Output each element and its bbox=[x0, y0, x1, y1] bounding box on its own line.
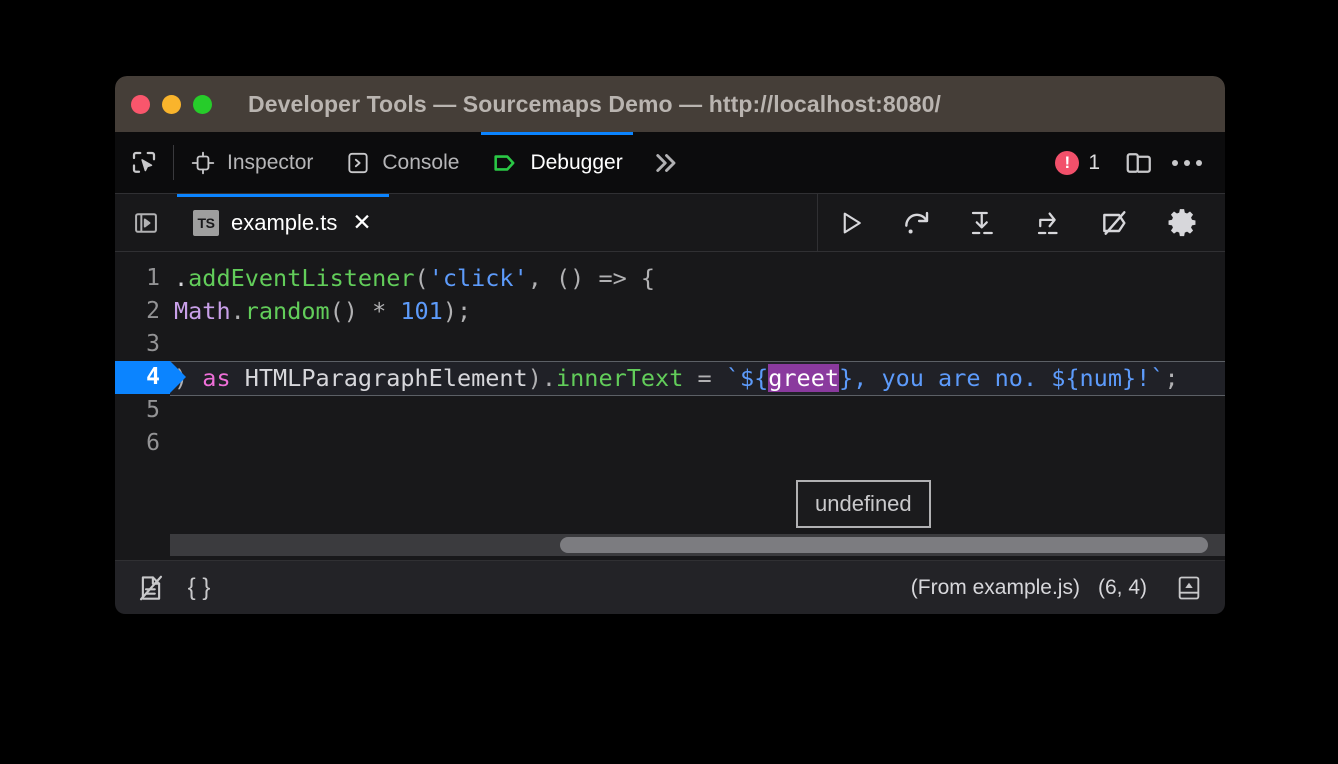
toolbar-overflow-button[interactable] bbox=[639, 132, 689, 193]
code-line-5[interactable] bbox=[170, 396, 1225, 429]
toggle-sources-pane-button[interactable] bbox=[115, 194, 177, 251]
code-token: }, you are no. ${num}!` bbox=[839, 364, 1164, 392]
devtools-menu-button[interactable] bbox=[1163, 141, 1211, 185]
element-picker-button[interactable] bbox=[115, 132, 173, 193]
code-token: () bbox=[330, 297, 372, 325]
line-number-3[interactable]: 3 bbox=[115, 328, 170, 361]
split-console-button[interactable] bbox=[1165, 566, 1213, 610]
error-count-label: 1 bbox=[1088, 151, 1100, 175]
gear-icon bbox=[1166, 207, 1198, 239]
deactivate-breakpoints-icon bbox=[1099, 207, 1131, 239]
code-line-1[interactable]: .addEventListener('click', () => { bbox=[170, 262, 1225, 295]
source-tab-filename: example.ts bbox=[231, 210, 337, 236]
traffic-light-maximize-button[interactable] bbox=[193, 95, 212, 114]
code-token: `${ bbox=[726, 364, 768, 392]
devtools-window: Developer Tools — Sourcemaps Demo — http… bbox=[115, 76, 1225, 614]
toggle-sources-pane-icon bbox=[132, 209, 160, 237]
code-token: addEventListener bbox=[188, 264, 414, 292]
editor-horizontal-scrollbar[interactable] bbox=[170, 534, 1225, 556]
step-over-button[interactable] bbox=[884, 194, 950, 252]
deactivate-breakpoints-button[interactable] bbox=[1082, 194, 1148, 252]
typescript-file-badge: TS bbox=[193, 210, 219, 236]
chevron-double-right-icon bbox=[649, 148, 679, 178]
code-token: as bbox=[202, 364, 230, 392]
step-in-button[interactable] bbox=[950, 194, 1016, 252]
pretty-print-label: { } bbox=[188, 574, 211, 602]
traffic-light-close-button[interactable] bbox=[131, 95, 150, 114]
responsive-design-mode-icon bbox=[1124, 148, 1154, 178]
code-token: innerText bbox=[556, 364, 683, 392]
step-out-icon bbox=[1034, 208, 1064, 238]
error-count-badge[interactable]: ! 1 bbox=[1055, 151, 1114, 175]
inspector-icon bbox=[190, 150, 216, 176]
debugger-settings-button[interactable] bbox=[1149, 194, 1215, 252]
source-editor[interactable]: 123456 .addEventListener('click', () => … bbox=[115, 252, 1225, 560]
pretty-print-button[interactable]: { } bbox=[175, 566, 223, 610]
sourcemap-disabled-icon bbox=[136, 573, 166, 603]
step-over-icon bbox=[901, 207, 933, 239]
tab-debugger[interactable]: Debugger bbox=[475, 132, 638, 193]
line-number-1[interactable]: 1 bbox=[115, 262, 170, 295]
step-in-icon bbox=[968, 208, 998, 238]
code-token: random bbox=[245, 297, 330, 325]
editor-status-bar: { } (From example.js) (6, 4) bbox=[115, 560, 1225, 614]
code-line-4[interactable]: ) as HTMLParagraphElement).innerText = `… bbox=[170, 361, 1225, 396]
code-token: * bbox=[372, 297, 400, 325]
tooltip-value: undefined bbox=[815, 491, 912, 516]
source-origin-label: (From example.js) bbox=[911, 576, 1080, 600]
code-token: Math bbox=[174, 297, 231, 325]
meatball-menu-icon bbox=[1172, 160, 1202, 166]
code-token: . bbox=[174, 264, 188, 292]
close-tab-button[interactable]: ✕ bbox=[349, 211, 374, 234]
code-content[interactable]: .addEventListener('click', () => {Math.r… bbox=[170, 252, 1225, 560]
element-picker-icon bbox=[129, 148, 159, 178]
window-title: Developer Tools — Sourcemaps Demo — http… bbox=[248, 91, 941, 118]
selected-variable-greet: greet bbox=[768, 364, 839, 392]
code-token: ( bbox=[415, 264, 429, 292]
screenshot-root: Developer Tools — Sourcemaps Demo — http… bbox=[0, 0, 1338, 764]
code-token: 'click' bbox=[429, 264, 528, 292]
scrollbar-thumb[interactable] bbox=[560, 537, 1208, 553]
tab-inspector[interactable]: Inspector bbox=[174, 132, 329, 193]
step-out-button[interactable] bbox=[1016, 194, 1082, 252]
traffic-light-minimize-button[interactable] bbox=[162, 95, 181, 114]
code-token: = bbox=[683, 364, 725, 392]
tab-debugger-label: Debugger bbox=[530, 151, 622, 175]
code-line-6[interactable] bbox=[170, 429, 1225, 462]
code-token: 101 bbox=[400, 297, 442, 325]
resume-button[interactable] bbox=[818, 194, 884, 252]
code-token: , () bbox=[528, 264, 599, 292]
line-number-2[interactable]: 2 bbox=[115, 295, 170, 328]
resume-play-icon bbox=[836, 208, 866, 238]
source-tab-strip: TS example.ts ✕ bbox=[115, 194, 1225, 252]
cursor-position-label: (6, 4) bbox=[1098, 576, 1147, 600]
tab-console[interactable]: Console bbox=[329, 132, 475, 193]
window-titlebar: Developer Tools — Sourcemaps Demo — http… bbox=[115, 76, 1225, 132]
responsive-design-mode-button[interactable] bbox=[1115, 141, 1163, 185]
code-token: ). bbox=[528, 364, 556, 392]
split-console-icon bbox=[1175, 574, 1203, 602]
debugger-tag-icon bbox=[491, 149, 519, 177]
source-tab-example-ts[interactable]: TS example.ts ✕ bbox=[177, 194, 389, 251]
devtools-main-toolbar: Inspector Console bbox=[115, 132, 1225, 194]
code-token: => { bbox=[598, 264, 655, 292]
code-token: ); bbox=[443, 297, 471, 325]
sourcemap-toggle-button[interactable] bbox=[127, 566, 175, 610]
console-icon bbox=[345, 150, 371, 176]
tab-inspector-label: Inspector bbox=[227, 151, 313, 175]
line-number-6[interactable]: 6 bbox=[115, 427, 170, 460]
debugger-controls bbox=[817, 194, 1225, 251]
line-number-gutter[interactable]: 123456 bbox=[115, 252, 170, 560]
code-line-3[interactable] bbox=[170, 328, 1225, 361]
line-number-5[interactable]: 5 bbox=[115, 394, 170, 427]
code-token: HTMLParagraphElement bbox=[231, 364, 528, 392]
code-token: . bbox=[231, 297, 245, 325]
variable-preview-tooltip: undefined bbox=[796, 480, 931, 528]
line-number-4[interactable]: 4 bbox=[115, 361, 170, 394]
tab-console-label: Console bbox=[382, 151, 459, 175]
code-token: ; bbox=[1164, 364, 1178, 392]
code-line-2[interactable]: Math.random() * 101); bbox=[170, 295, 1225, 328]
error-icon: ! bbox=[1055, 151, 1079, 175]
